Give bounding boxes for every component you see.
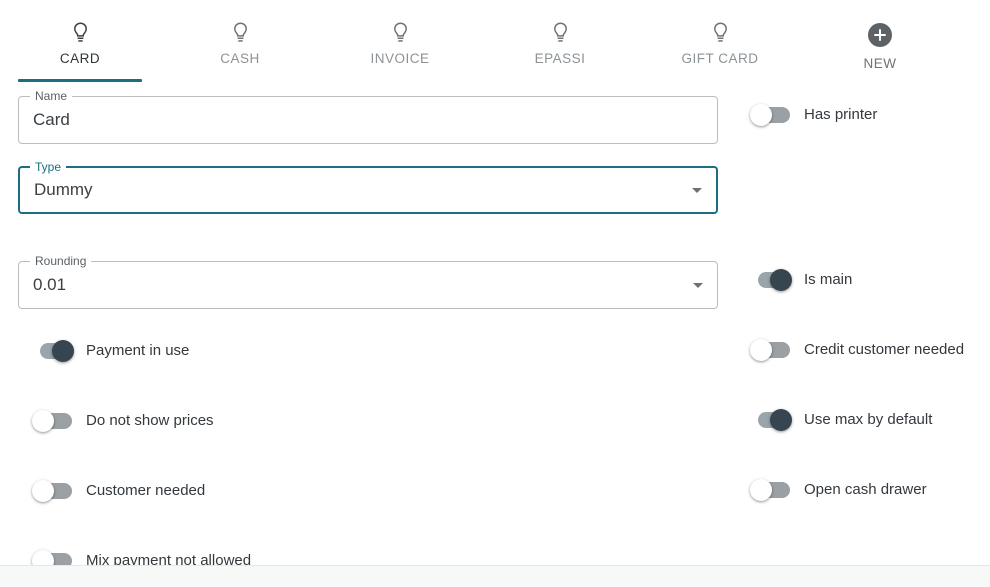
name-field-wrapper: Name Card	[18, 96, 718, 144]
toggle-switch[interactable]	[32, 410, 74, 432]
toggle-switch[interactable]	[750, 409, 792, 431]
toggle-payment-in-use[interactable]: Payment in use	[32, 339, 189, 363]
toggle-customer-needed[interactable]: Customer needed	[32, 479, 205, 503]
tab-invoice-label: INVOICE	[370, 51, 429, 67]
toggle-thumb	[32, 410, 54, 432]
toggle-thumb	[32, 480, 54, 502]
toggle-use-max-by-default[interactable]: Use max by default	[750, 408, 932, 432]
name-field-label: Name	[30, 89, 72, 103]
lightbulb-icon	[392, 20, 409, 46]
tab-cash[interactable]: CASH	[160, 0, 320, 82]
chevron-down-icon[interactable]	[692, 188, 702, 193]
toggle-credit-customer-needed[interactable]: Credit customer needed	[750, 338, 964, 362]
toggle-thumb	[770, 409, 792, 431]
tab-card-label: CARD	[60, 51, 100, 67]
toggle-label: Payment in use	[86, 341, 189, 361]
lightbulb-icon	[712, 20, 729, 46]
toggle-switch[interactable]	[32, 480, 74, 502]
rounding-field-wrapper: Rounding 0.01	[18, 261, 718, 309]
name-field-value: Card	[33, 110, 70, 130]
type-select[interactable]: Type Dummy	[18, 166, 718, 214]
toggle-thumb	[52, 340, 74, 362]
type-field-label: Type	[30, 160, 66, 174]
toggle-switch[interactable]	[750, 104, 792, 126]
payment-method-form: Name Card Type Dummy Rounding 0.01	[0, 82, 990, 577]
toggle-switch[interactable]	[750, 269, 792, 291]
toggle-label: Do not show prices	[86, 411, 214, 431]
toggle-label: Has printer	[804, 105, 877, 125]
rounding-field-value: 0.01	[33, 275, 66, 295]
chevron-down-icon[interactable]	[693, 283, 703, 288]
toggle-label: Credit customer needed	[804, 340, 964, 360]
toggle-label: Open cash drawer	[804, 480, 927, 500]
name-input[interactable]: Name Card	[18, 96, 718, 144]
tab-invoice[interactable]: INVOICE	[320, 0, 480, 82]
toggle-thumb	[750, 339, 772, 361]
tab-gift-card[interactable]: GIFT CARD	[640, 0, 800, 82]
tab-gift-card-label: GIFT CARD	[681, 51, 758, 67]
toggle-thumb	[770, 269, 792, 291]
tab-epassi[interactable]: EPASSI	[480, 0, 640, 82]
tab-new-label: NEW	[864, 56, 897, 72]
toggle-label: Use max by default	[804, 410, 932, 430]
toggle-thumb	[750, 479, 772, 501]
bottom-bar	[0, 565, 990, 587]
toggle-open-cash-drawer[interactable]: Open cash drawer	[750, 478, 927, 502]
plus-circle-icon	[868, 22, 892, 48]
toggle-switch[interactable]	[750, 339, 792, 361]
payment-method-tabbar: CARD CASH INVOICE	[0, 0, 990, 82]
rounding-field-label: Rounding	[30, 254, 91, 268]
toggle-has-printer[interactable]: Has printer	[750, 103, 877, 127]
rounding-select[interactable]: Rounding 0.01	[18, 261, 718, 309]
tab-new[interactable]: NEW	[800, 0, 960, 82]
tab-cash-label: CASH	[220, 51, 260, 67]
toggle-label: Customer needed	[86, 481, 205, 501]
lightbulb-icon	[72, 20, 89, 46]
toggle-is-main[interactable]: Is main	[750, 268, 852, 292]
type-field-value: Dummy	[34, 180, 93, 200]
toggle-switch[interactable]	[32, 340, 74, 362]
toggle-do-not-show-prices[interactable]: Do not show prices	[32, 409, 214, 433]
toggle-switch[interactable]	[750, 479, 792, 501]
lightbulb-icon	[552, 20, 569, 46]
lightbulb-icon	[232, 20, 249, 46]
tab-card[interactable]: CARD	[0, 0, 160, 82]
toggle-label: Is main	[804, 270, 852, 290]
type-field-wrapper: Type Dummy	[18, 166, 718, 214]
tab-epassi-label: EPASSI	[535, 51, 586, 67]
toggle-thumb	[750, 104, 772, 126]
